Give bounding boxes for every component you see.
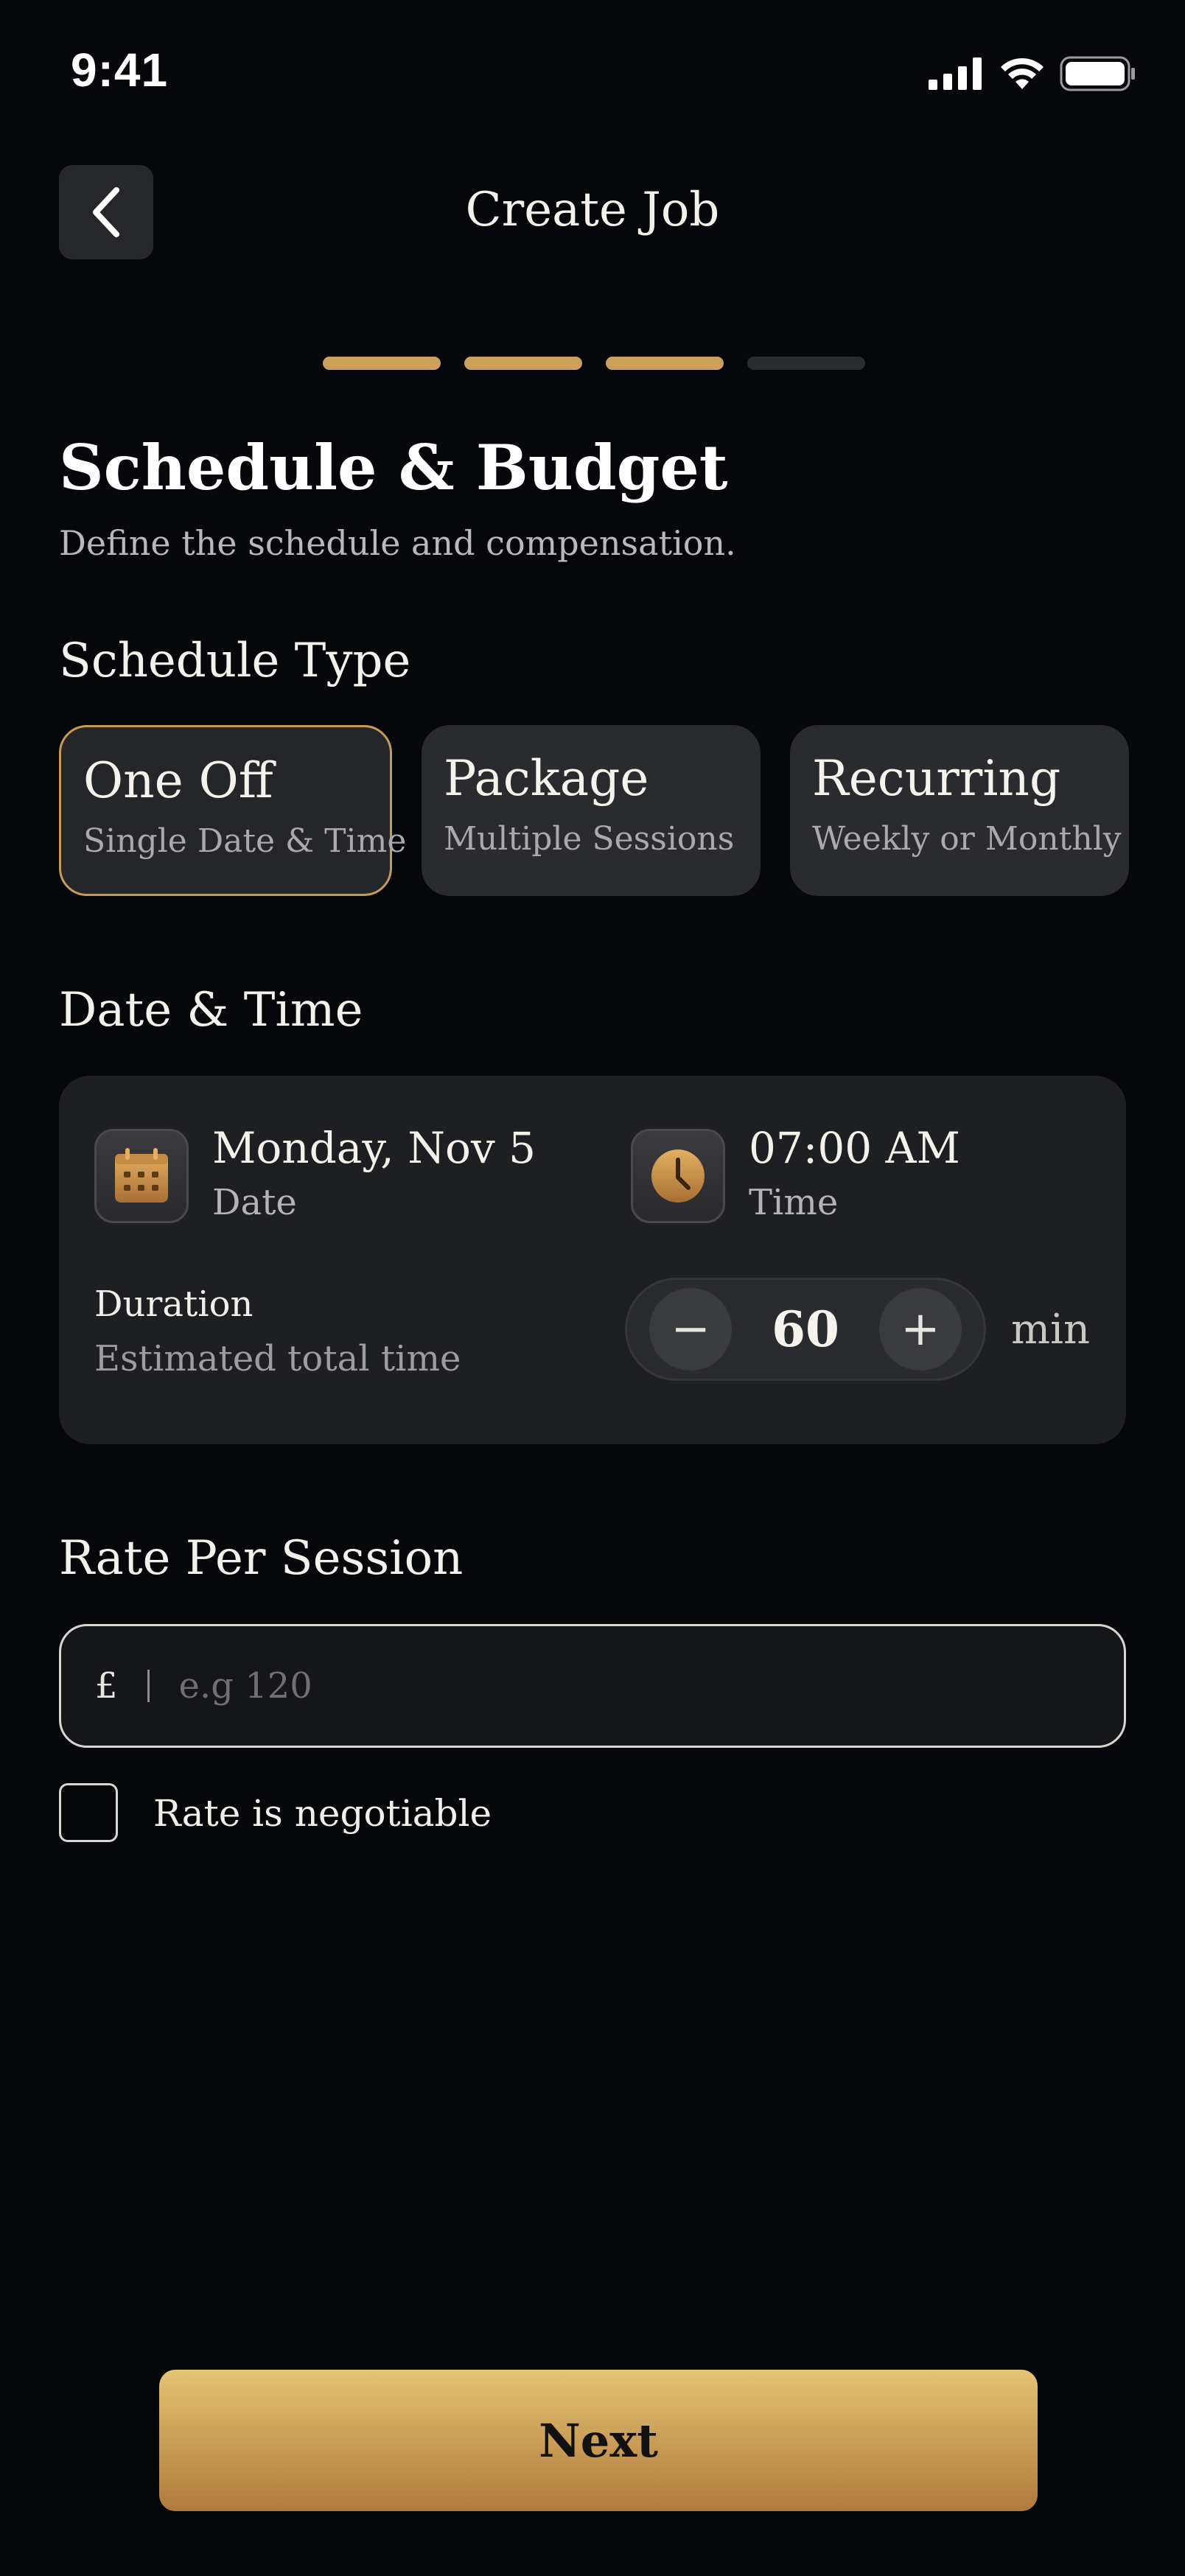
date-value[interactable]: Monday, Nov 5 bbox=[212, 1123, 536, 1173]
status-time: 9:41 bbox=[71, 43, 169, 97]
decrement-button[interactable]: − bbox=[649, 1288, 732, 1371]
option-subtitle: Weekly or Monthly bbox=[812, 820, 1122, 858]
duration-label: Duration bbox=[94, 1284, 254, 1325]
duration-unit: min bbox=[1011, 1306, 1091, 1354]
progress-segment bbox=[323, 357, 441, 370]
duration-value: 60 bbox=[772, 1301, 839, 1358]
calendar-icon bbox=[115, 1148, 168, 1203]
progress-segment bbox=[747, 357, 865, 370]
option-subtitle: Multiple Sessions bbox=[444, 820, 735, 858]
rate-input[interactable]: £ e.g 120 bbox=[59, 1624, 1126, 1748]
page-title: Create Job bbox=[465, 183, 720, 237]
schedule-type-label: Schedule Type bbox=[59, 634, 411, 688]
signal-icon bbox=[929, 57, 982, 90]
schedule-option-recurring[interactable]: Recurring Weekly or Monthly bbox=[790, 725, 1129, 896]
rate-label: Rate Per Session bbox=[59, 1531, 464, 1586]
schedule-option-one-off[interactable]: One Off Single Date & Time bbox=[59, 725, 407, 896]
date-time-label: Date & Time bbox=[59, 983, 363, 1037]
currency-symbol: £ bbox=[95, 1665, 118, 1707]
section-title: Schedule & Budget bbox=[59, 431, 728, 504]
time-picker-button[interactable] bbox=[631, 1129, 725, 1223]
battery-icon bbox=[1060, 56, 1135, 91]
rate-placeholder: e.g 120 bbox=[178, 1665, 312, 1707]
progress-segment bbox=[464, 357, 582, 370]
time-value[interactable]: 07:00 AM bbox=[749, 1123, 960, 1173]
option-subtitle: Single Date & Time bbox=[83, 822, 407, 861]
option-title: Recurring bbox=[812, 750, 1061, 807]
section-subtitle: Define the schedule and compensation. bbox=[59, 523, 736, 563]
negotiable-checkbox[interactable] bbox=[59, 1783, 118, 1842]
increment-button[interactable]: + bbox=[878, 1288, 962, 1371]
status-icons bbox=[929, 52, 1136, 96]
time-caption: Time bbox=[749, 1182, 839, 1223]
option-title: Package bbox=[444, 750, 649, 807]
next-button[interactable]: Next bbox=[159, 2370, 1038, 2511]
option-title: One Off bbox=[83, 752, 273, 809]
clock-icon bbox=[651, 1149, 705, 1203]
date-picker-button[interactable] bbox=[94, 1129, 189, 1223]
date-caption: Date bbox=[212, 1182, 297, 1223]
text-caret bbox=[147, 1670, 150, 1702]
duration-stepper: − 60 + bbox=[625, 1278, 986, 1381]
negotiable-label[interactable]: Rate is negotiable bbox=[153, 1792, 492, 1835]
progress-indicator bbox=[323, 357, 865, 370]
wifi-icon bbox=[1001, 57, 1044, 89]
progress-segment bbox=[606, 357, 724, 370]
duration-subtitle: Estimated total time bbox=[94, 1338, 461, 1379]
schedule-option-package[interactable]: Package Multiple Sessions bbox=[422, 725, 761, 896]
